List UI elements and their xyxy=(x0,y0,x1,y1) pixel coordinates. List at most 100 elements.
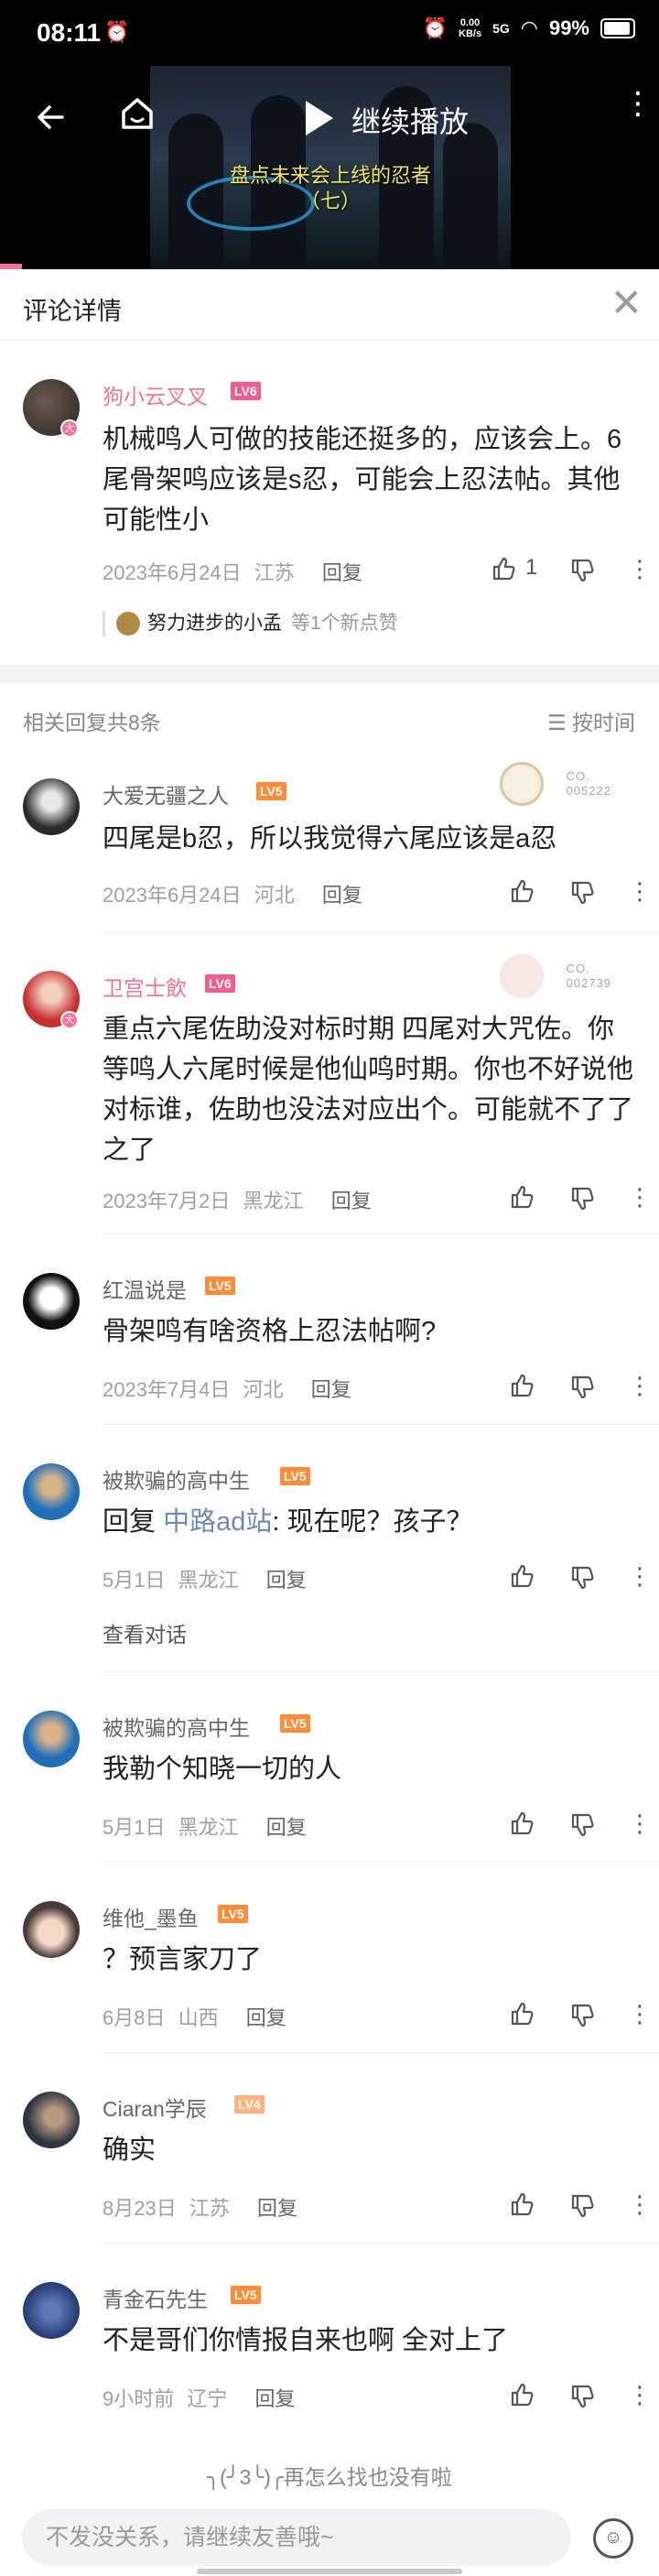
avatar[interactable] xyxy=(23,1711,80,1767)
reply-button[interactable]: 回复 xyxy=(266,1569,307,1592)
username[interactable]: 维他_墨鱼 xyxy=(103,1901,199,1932)
dislike-icon xyxy=(571,2004,594,2027)
comment-meta: 2023年7月4日 河北 回复 xyxy=(103,1374,351,1403)
comment-date: 8月23日 xyxy=(103,2197,177,2220)
comment-detail-header: 评论详情 ✕ xyxy=(0,269,659,341)
back-arrow-icon[interactable] xyxy=(35,101,68,143)
dislike-icon xyxy=(571,559,594,582)
more-icon[interactable]: ⋮ xyxy=(628,2000,652,2028)
avatar[interactable] xyxy=(23,2282,80,2339)
avatar[interactable] xyxy=(23,778,80,835)
reply-button[interactable]: 回复 xyxy=(322,884,362,907)
like-button[interactable] xyxy=(509,2000,536,2027)
liked-by-row[interactable]: 努力进步的小孟 等1个新点赞 xyxy=(103,608,398,637)
username[interactable]: 卫宫士飲 xyxy=(103,971,187,1002)
dislike-icon xyxy=(571,1187,594,1211)
comment-date: 5月1日 xyxy=(103,1816,166,1839)
comment-location: 河北 xyxy=(254,884,295,907)
video-frame: 盘点未来会上线的忍者 （七） xyxy=(150,66,511,269)
liker-avatar xyxy=(116,612,140,636)
continue-play-button[interactable]: 继续播放 xyxy=(351,99,469,141)
comment-meta: 5月1日 黑龙江 回复 xyxy=(103,1564,307,1593)
username[interactable]: 青金石先生 xyxy=(103,2282,208,2313)
fan-badge-icon xyxy=(500,762,544,806)
dislike-button[interactable] xyxy=(569,1374,597,1401)
comment-meta: 9小时前 辽宁 回复 xyxy=(103,2383,296,2412)
dislike-button[interactable] xyxy=(569,2192,597,2220)
video-player[interactable]: 盘点未来会上线的忍者 （七） 继续播放 ⋮ xyxy=(0,66,659,269)
battery-icon xyxy=(600,18,635,38)
reply-button[interactable]: 回复 xyxy=(322,561,362,584)
dislike-button[interactable] xyxy=(569,1811,597,1839)
like-button[interactable] xyxy=(491,555,518,582)
more-icon[interactable]: ⋮ xyxy=(628,1810,652,1838)
avatar[interactable] xyxy=(23,1463,80,1520)
reply-button[interactable]: 回复 xyxy=(257,2197,297,2220)
level-badge: LV4 xyxy=(234,2095,265,2114)
like-icon xyxy=(511,1374,534,1397)
sort-button[interactable]: ☰ 按时间 xyxy=(547,705,635,736)
username[interactable]: 被欺骗的高中生 xyxy=(103,1463,250,1495)
avatar[interactable] xyxy=(23,1901,80,1958)
dislike-button[interactable] xyxy=(569,2002,597,2029)
more-icon[interactable]: ⋮ xyxy=(628,1372,652,1400)
emoji-icon[interactable]: ☺ xyxy=(593,2518,633,2559)
status-time: 08:11 xyxy=(37,18,102,47)
comment-text: 骨架鸣有啥资格上忍法帖啊? xyxy=(103,1317,437,1346)
home-icon[interactable] xyxy=(119,95,156,132)
level-badge: LV5 xyxy=(280,1714,310,1733)
more-icon[interactable]: ⋮ xyxy=(622,88,654,119)
username[interactable]: 狗小云叉叉 xyxy=(103,379,208,410)
username[interactable]: 红温说是 xyxy=(103,1273,187,1304)
comment-input[interactable]: 不发没关系，请继续友善哦~ xyxy=(22,2509,571,2566)
comment-input-bar: 不发没关系，请继续友善哦~ ☺ xyxy=(0,2494,659,2576)
comment-date: 2023年7月4日 xyxy=(103,1378,231,1401)
like-button[interactable] xyxy=(509,1562,536,1590)
like-button[interactable] xyxy=(509,2190,536,2218)
mention-link[interactable]: 中路ad站 xyxy=(163,1507,272,1537)
status-bar: 08:11 ⏰ ⏰ 0.00 KB/s 5G ◠ 99% xyxy=(0,0,659,66)
dislike-button[interactable] xyxy=(569,1185,597,1212)
reply-button[interactable]: 回复 xyxy=(331,1190,372,1212)
username[interactable]: Ciaran学辰 xyxy=(103,2092,207,2123)
more-icon[interactable]: ⋮ xyxy=(628,2190,652,2219)
reply-item: 大 卫宫士飲 LV6 CO. 002739 重点六尾佐助没对标时期 四尾对大咒佐。… xyxy=(0,932,659,1234)
reply-button[interactable]: 回复 xyxy=(311,1378,351,1401)
like-button[interactable] xyxy=(509,877,536,905)
avatar[interactable] xyxy=(23,2092,80,2148)
comment-text: 确实 xyxy=(103,2136,157,2165)
comment-meta: 2023年6月24日 河北 回复 xyxy=(103,879,362,908)
play-icon[interactable] xyxy=(306,101,333,136)
badge-icon: 大 xyxy=(60,1011,79,1029)
avatar[interactable] xyxy=(23,1273,80,1330)
reply-button[interactable]: 回复 xyxy=(266,1816,307,1839)
reply-button[interactable]: 回复 xyxy=(255,2387,296,2410)
dislike-button[interactable] xyxy=(569,2383,597,2410)
close-icon[interactable]: ✕ xyxy=(610,284,643,322)
like-icon xyxy=(511,1564,534,1588)
more-icon[interactable]: ⋮ xyxy=(628,555,652,583)
status-icons: ⏰ 0.00 KB/s 5G ◠ 99% xyxy=(423,16,635,40)
like-button[interactable] xyxy=(509,1183,536,1211)
dislike-button[interactable] xyxy=(569,879,597,907)
more-icon[interactable]: ⋮ xyxy=(628,1562,652,1591)
video-caption-line2: （七） xyxy=(299,190,361,212)
dislike-button[interactable] xyxy=(569,1564,597,1592)
username[interactable]: 大爱无疆之人 xyxy=(103,778,229,810)
level-badge: LV5 xyxy=(280,1467,310,1485)
home-indicator xyxy=(197,2569,462,2574)
more-icon[interactable]: ⋮ xyxy=(628,877,652,906)
comment-date: 6月8日 xyxy=(103,2006,166,2029)
comment-meta: 5月1日 黑龙江 回复 xyxy=(103,1811,307,1841)
username[interactable]: 被欺骗的高中生 xyxy=(103,1711,250,1742)
more-icon[interactable]: ⋮ xyxy=(628,1183,652,1212)
sort-label: 按时间 xyxy=(572,711,635,734)
dislike-button[interactable] xyxy=(569,557,597,584)
more-icon[interactable]: ⋮ xyxy=(628,2381,652,2409)
reply-button[interactable]: 回复 xyxy=(246,2006,286,2029)
like-icon xyxy=(492,557,515,581)
view-conversation-link[interactable]: 查看对话 xyxy=(103,1617,187,1648)
like-button[interactable] xyxy=(509,1372,536,1399)
like-button[interactable] xyxy=(509,1810,536,1837)
like-button[interactable] xyxy=(509,2381,536,2408)
